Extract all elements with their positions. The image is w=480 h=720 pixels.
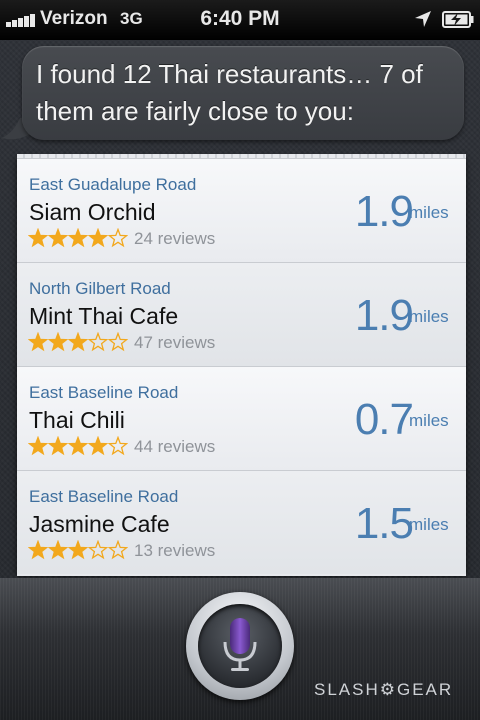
review-count: 44 reviews (134, 437, 216, 456)
star-filled-icon (47, 436, 69, 456)
star-empty-icon (107, 436, 128, 456)
star-empty-icon (87, 540, 109, 560)
restaurant-row[interactable]: East Baseline Road Thai Chili 44 reviews… (17, 366, 466, 470)
mic-button-inner (198, 604, 282, 688)
distance-unit: miles (409, 203, 449, 222)
star-filled-icon (47, 228, 69, 248)
distance-value: 0.7 (354, 395, 414, 444)
microphone-icon (223, 618, 257, 671)
star-filled-icon (87, 228, 109, 248)
distance-unit: miles (409, 411, 449, 430)
restaurant-name: Jasmine Cafe (29, 511, 170, 537)
restaurant-road: North Gilbert Road (29, 279, 171, 298)
star-filled-icon (67, 228, 89, 248)
review-count: 13 reviews (134, 541, 216, 560)
restaurant-name: Mint Thai Cafe (29, 303, 179, 329)
star-filled-icon (87, 436, 109, 456)
star-empty-icon (107, 540, 128, 560)
restaurant-name: Thai Chili (29, 407, 125, 433)
star-rating (28, 436, 128, 456)
distance-unit: miles (409, 515, 449, 534)
status-time: 6:40 PM (200, 7, 280, 30)
siri-response-bubble: I found 12 Thai restaurants… 7 of them a… (22, 46, 464, 140)
location-arrow-icon (415, 11, 431, 27)
star-empty-icon (107, 332, 128, 352)
restaurant-row[interactable]: East Guadalupe Road Siam Orchid 24 revie… (17, 158, 466, 262)
distance-value: 1.9 (354, 291, 414, 340)
star-rating (28, 228, 128, 248)
star-rating (28, 332, 128, 352)
star-filled-icon (67, 540, 89, 560)
star-filled-icon (47, 332, 69, 352)
distance-value: 1.9 (354, 187, 414, 236)
distance-value: 1.5 (354, 499, 414, 548)
status-bar: Verizon 3G 6:40 PM (0, 0, 480, 40)
review-count: 24 reviews (134, 229, 216, 248)
siri-mic-button[interactable] (186, 592, 294, 700)
star-empty-icon (87, 332, 109, 352)
star-filled-icon (28, 332, 49, 352)
restaurant-results-list[interactable]: East Guadalupe Road Siam Orchid 24 revie… (17, 154, 466, 576)
star-filled-icon (47, 540, 69, 560)
restaurant-road: East Baseline Road (29, 487, 179, 506)
restaurant-name: Siam Orchid (29, 199, 156, 225)
star-filled-icon (28, 540, 49, 560)
siri-response-text: I found 12 Thai restaurants… 7 of them a… (36, 59, 423, 126)
battery-charging-icon (442, 11, 474, 28)
watermark-text: SLASH⚙GEAR (314, 680, 454, 699)
restaurant-row[interactable]: East Baseline Road Jasmine Cafe 13 revie… (17, 470, 466, 574)
review-count: 47 reviews (134, 333, 216, 352)
restaurant-row[interactable]: North Gilbert Road Mint Thai Cafe 47 rev… (17, 262, 466, 366)
restaurant-road: East Guadalupe Road (29, 175, 197, 194)
star-empty-icon (107, 228, 128, 248)
star-filled-icon (67, 436, 89, 456)
star-rating (28, 540, 128, 560)
star-filled-icon (67, 332, 89, 352)
distance-unit: miles (409, 307, 449, 326)
restaurant-road: East Baseline Road (29, 383, 179, 402)
star-filled-icon (28, 228, 49, 248)
star-filled-icon (28, 436, 49, 456)
